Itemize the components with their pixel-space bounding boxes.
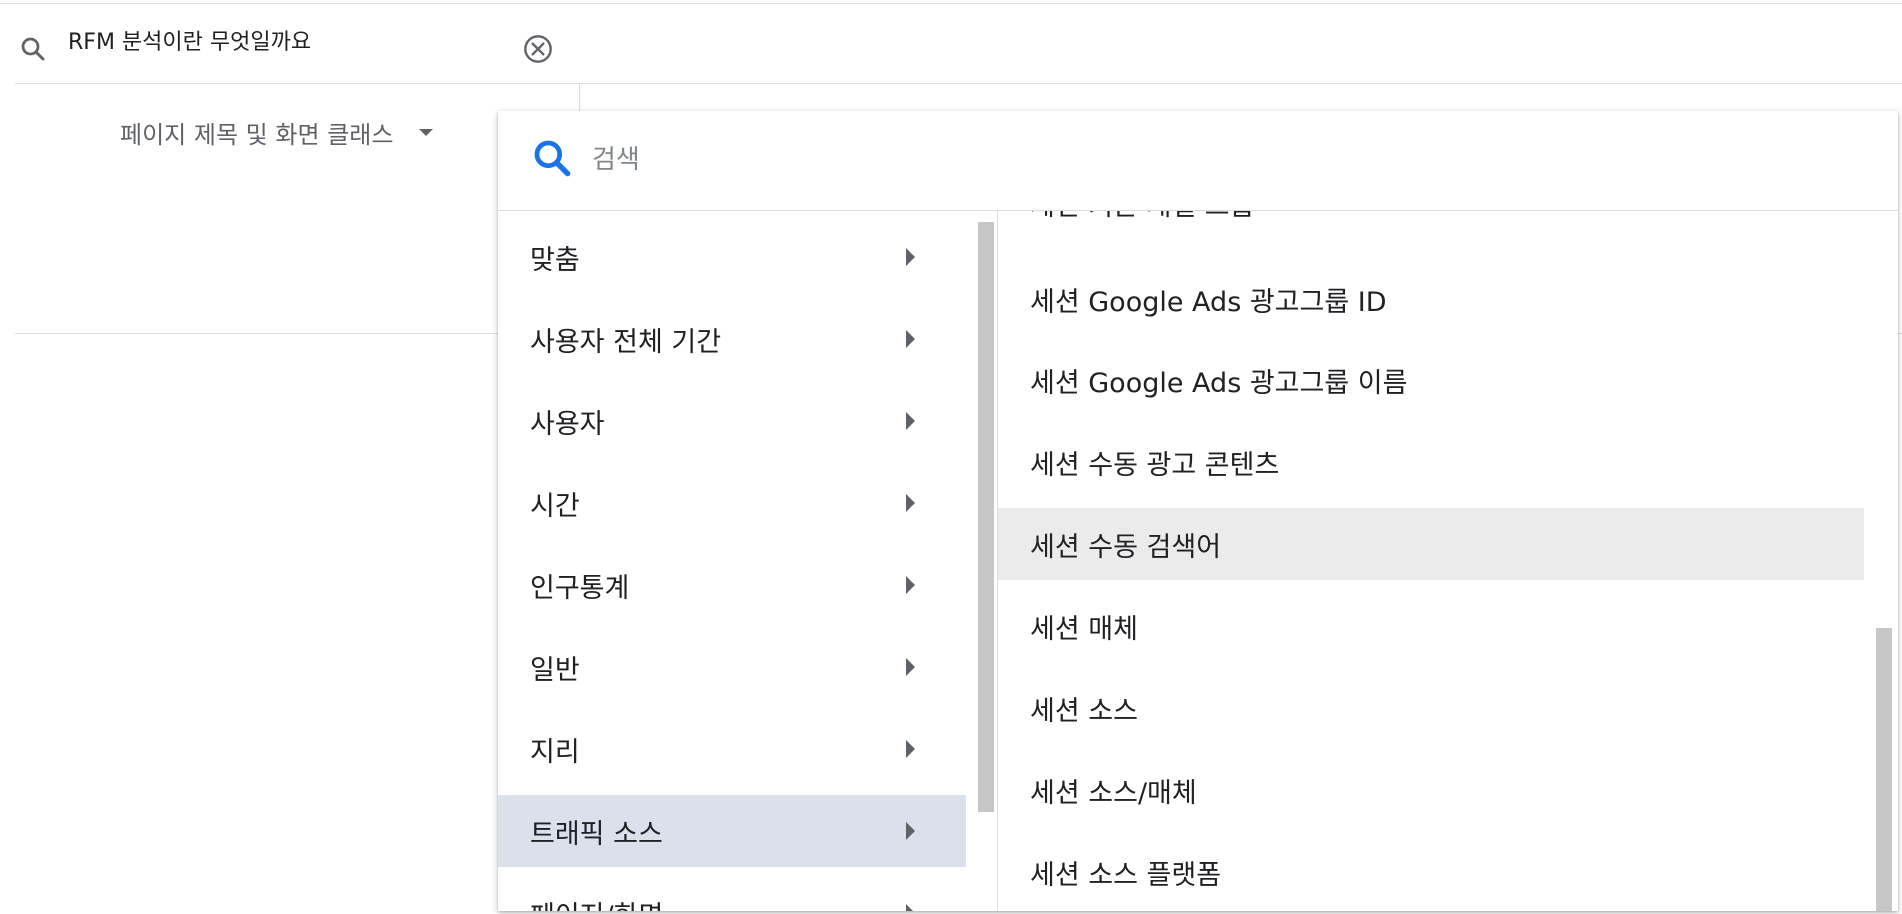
category-scrollbar[interactable] xyxy=(978,222,994,812)
report-page: RFM 분석이란 무엇일까요 페이지 제목 및 화면 클래스 맞춤 사용자 전체… xyxy=(0,0,1902,914)
chevron-right-icon xyxy=(906,904,915,911)
dimension-scrollbar[interactable] xyxy=(1876,628,1892,911)
menu-search-bar xyxy=(498,111,1898,211)
search-query-text[interactable]: RFM 분석이란 무엇일까요 xyxy=(68,28,311,58)
dimension-label: 세션 수동 검색어 xyxy=(1030,531,1222,563)
menu-search-icon xyxy=(534,140,571,177)
dimension-label: 세션 소스 플랫폼 xyxy=(1030,859,1222,891)
category-label: 일반 xyxy=(530,654,580,686)
category-label: 페이지/화면 xyxy=(530,894,663,912)
search-row-divider xyxy=(15,83,1902,84)
dimension-item[interactable]: 세션 수동 광고 콘텐츠 xyxy=(998,426,1864,498)
dimension-selector-button[interactable]: 페이지 제목 및 화면 클래스 xyxy=(120,112,434,152)
dimension-item[interactable]: 세션 소스/매체 xyxy=(998,754,1864,826)
dimension-picker-menu: 맞춤 사용자 전체 기간 사용자 시간 인구통계 일반 xyxy=(498,111,1898,911)
dimension-item[interactable]: 세션 매체 xyxy=(998,590,1864,662)
dimension-list: 세션 기본 채널 그룹 세션 Google Ads 광고그룹 ID 세션 Goo… xyxy=(998,211,1898,911)
chevron-right-icon xyxy=(906,248,915,266)
dimension-label: 세션 매체 xyxy=(1030,613,1138,645)
category-list: 맞춤 사용자 전체 기간 사용자 시간 인구통계 일반 지리 트래픽 소스 xyxy=(498,211,983,911)
category-item-demographics[interactable]: 인구통계 xyxy=(498,549,966,621)
dimension-item[interactable]: 세션 Google Ads 광고그룹 ID xyxy=(998,263,1864,335)
clear-search-icon[interactable] xyxy=(522,33,554,65)
dimension-item[interactable]: 세션 Google Ads 광고그룹 이름 xyxy=(998,344,1864,416)
category-item-time[interactable]: 시간 xyxy=(498,467,966,539)
category-label: 사용자 전체 기간 xyxy=(530,326,722,358)
category-item-page-screen[interactable]: 페이지/화면 xyxy=(498,877,966,911)
dimension-label: 세션 소스/매체 xyxy=(1030,777,1197,809)
category-item-traffic-source[interactable]: 트래픽 소스 xyxy=(498,795,966,867)
category-label: 맞춤 xyxy=(530,244,580,276)
dimension-label: 세션 Google Ads 광고그룹 이름 xyxy=(1030,367,1408,399)
dimension-selector-label: 페이지 제목 및 화면 클래스 xyxy=(120,120,394,149)
dimension-item[interactable]: 세션 소스 플랫폼 xyxy=(998,836,1864,908)
search-icon xyxy=(21,37,45,61)
top-divider xyxy=(0,3,1902,4)
category-item-general[interactable]: 일반 xyxy=(498,631,966,703)
dimension-item-hovered[interactable]: 세션 수동 검색어 xyxy=(998,508,1864,580)
dimension-label: 세션 기본 채널 그룹 xyxy=(1030,211,1254,223)
category-label: 사용자 xyxy=(530,408,605,440)
chevron-right-icon xyxy=(906,822,915,840)
chevron-right-icon xyxy=(906,658,915,676)
category-label: 지리 xyxy=(530,736,580,768)
chevron-right-icon xyxy=(906,576,915,594)
chevron-right-icon xyxy=(906,494,915,512)
dimension-item[interactable]: 세션 소스 xyxy=(998,672,1864,744)
category-label: 트래픽 소스 xyxy=(530,818,663,850)
category-item-geography[interactable]: 지리 xyxy=(498,713,966,785)
chevron-right-icon xyxy=(906,740,915,758)
caret-down-icon xyxy=(419,128,434,136)
category-item-user-lifetime[interactable]: 사용자 전체 기간 xyxy=(498,303,966,375)
category-label: 인구통계 xyxy=(530,572,630,604)
category-label: 시간 xyxy=(530,490,580,522)
dimension-item[interactable]: 세션 기본 채널 그룹 xyxy=(998,211,1864,239)
dimension-label: 세션 소스 xyxy=(1030,695,1138,727)
category-item-user[interactable]: 사용자 xyxy=(498,385,966,457)
dimension-label: 세션 Google Ads 광고그룹 ID xyxy=(1030,286,1387,318)
chevron-right-icon xyxy=(906,330,915,348)
dimension-label: 세션 수동 광고 콘텐츠 xyxy=(1030,449,1280,481)
category-item-custom[interactable]: 맞춤 xyxy=(498,221,966,293)
menu-search-input[interactable] xyxy=(590,135,1794,185)
chevron-right-icon xyxy=(906,412,915,430)
